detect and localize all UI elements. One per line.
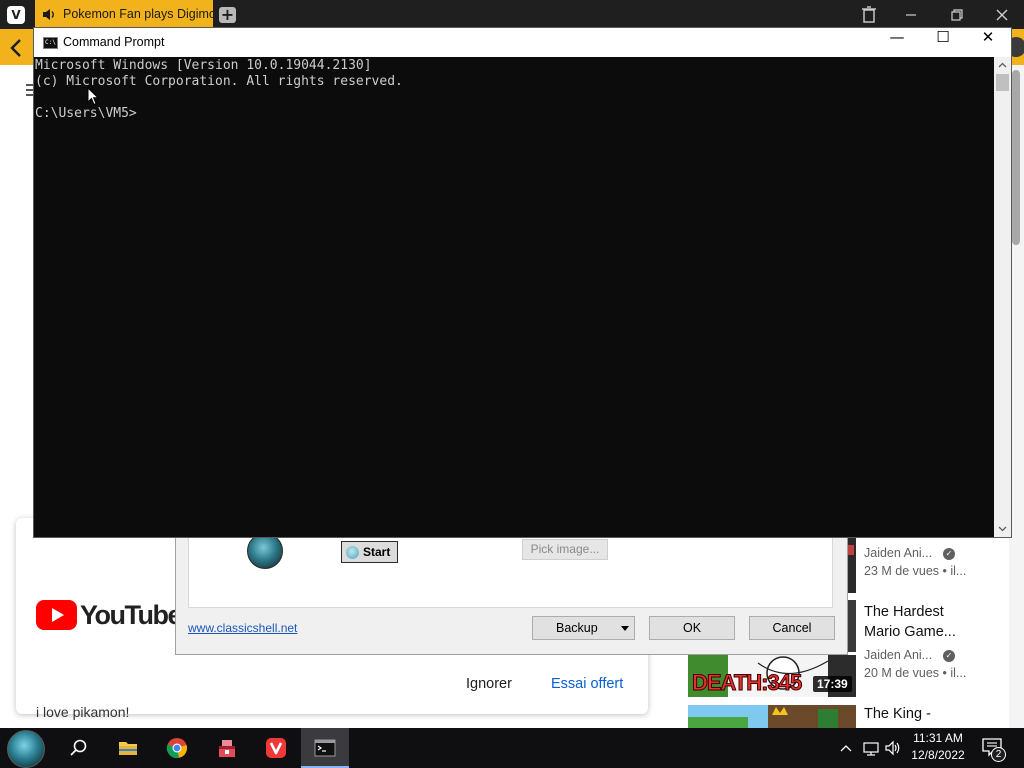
verified-badge-icon: ✓ <box>943 650 955 662</box>
browser-tab-active[interactable]: Pokemon Fan plays Digimo <box>35 0 213 29</box>
scroll-down-arrow-icon[interactable] <box>994 520 1011 537</box>
notification-count-badge: 2 <box>991 747 1006 762</box>
desktop-screen: V Pokemon Fan plays Digimo + Jaiden Ani.… <box>0 0 1024 768</box>
video-title-line[interactable]: Mario Game... <box>864 622 956 642</box>
cmd-scrollbar[interactable] <box>994 57 1011 537</box>
console-line: (c) Microsoft Corporation. All rights re… <box>35 74 403 89</box>
console-app-icon[interactable]: C:\ <box>43 37 58 49</box>
page-scrollbar-thumb[interactable] <box>1012 70 1020 245</box>
start-button-settings-panel <box>188 530 833 608</box>
dismiss-button[interactable]: Ignorer <box>466 676 512 692</box>
classicshell-website-link[interactable]: www.classicshell.net <box>188 621 297 635</box>
cmd-scrollbar-thumb[interactable] <box>996 74 1009 91</box>
taskbar-search-button[interactable] <box>54 728 102 768</box>
cancel-button[interactable]: Cancel <box>749 616 835 640</box>
browser-minimize-icon[interactable] <box>900 5 922 25</box>
search-icon <box>70 739 87 756</box>
backup-dropdown-button[interactable]: Backup <box>532 616 635 640</box>
video-title-line[interactable]: The Hardest <box>864 602 944 622</box>
cmd-maximize-button[interactable]: ☐ <box>920 28 966 57</box>
scroll-up-arrow-icon[interactable] <box>994 57 1011 74</box>
clock-date: 12/8/2022 <box>911 748 965 762</box>
comment-text: i love pikamon! <box>36 704 130 720</box>
terminal-icon <box>314 739 336 757</box>
verified-badge-icon: ✓ <box>943 548 955 560</box>
folder-icon <box>119 742 137 755</box>
browser-tab-title: Pokemon Fan plays Digimo <box>63 7 213 21</box>
chrome-icon <box>166 738 187 759</box>
video-channel-name[interactable]: Jaiden Ani... <box>864 546 932 560</box>
video-duration-badge: 17:39 <box>813 676 852 692</box>
trash-icon[interactable] <box>858 5 880 25</box>
cmd-close-button[interactable]: ✕ <box>965 28 1011 57</box>
taskbar-file-explorer[interactable] <box>104 728 152 768</box>
cmd-window-title: Command Prompt <box>63 35 165 49</box>
browser-close-icon[interactable] <box>991 5 1013 25</box>
back-arrow-icon[interactable] <box>6 37 28 59</box>
new-tab-button[interactable]: + <box>219 7 236 23</box>
play-triangle-icon <box>52 608 64 622</box>
vivaldi-menu-icon[interactable]: V <box>7 6 25 24</box>
start-menu-button[interactable] <box>7 730 45 768</box>
backup-label: Backup <box>556 621 598 635</box>
free-trial-button[interactable]: Essai offert <box>551 676 623 692</box>
show-hidden-icons-chevron[interactable] <box>838 738 854 758</box>
box-app-icon <box>219 740 235 757</box>
video-metadata: 23 M de vues • il... <box>864 564 967 578</box>
taskbar-clock[interactable]: 11:31 AM 12/8/2022 <box>900 730 976 764</box>
start-button-label: Start <box>363 545 391 559</box>
ok-button[interactable]: OK <box>649 616 735 640</box>
cmd-minimize-button[interactable]: — <box>874 28 920 57</box>
taskbar-command-prompt[interactable] <box>301 728 349 768</box>
command-prompt-line[interactable]: C:\Users\VM5> <box>35 106 994 122</box>
clock-time: 11:31 AM <box>913 731 963 745</box>
cmd-console-output[interactable]: Microsoft Windows [Version 10.0.19044.21… <box>34 57 994 537</box>
shell-icon <box>346 546 359 559</box>
command-prompt-window: C:\ Command Prompt — ☐ ✕ Microsoft Windo… <box>33 27 1012 538</box>
network-icon[interactable] <box>862 738 880 758</box>
video-metadata: 20 M de vues • il... <box>864 666 967 680</box>
browser-restore-icon[interactable] <box>946 5 968 25</box>
audio-playing-icon[interactable] <box>43 8 57 21</box>
cmd-title-bar[interactable]: C:\ Command Prompt — ☐ ✕ <box>34 28 1011 57</box>
video-thumbnail[interactable] <box>688 705 856 728</box>
classic-shell-orb-icon[interactable] <box>247 533 283 569</box>
taskbar-vivaldi[interactable] <box>252 728 300 768</box>
mouse-cursor-icon <box>87 87 100 106</box>
video-channel-name[interactable]: Jaiden Ani... <box>864 648 932 662</box>
thumbnail-overlay-text: DEATH:345 <box>691 670 802 696</box>
taskbar-app[interactable] <box>203 728 251 768</box>
pick-image-button[interactable]: Pick image... <box>522 539 608 560</box>
video-title-line[interactable]: The King - <box>864 704 931 724</box>
console-line: Microsoft Windows [Version 10.0.19044.21… <box>35 58 372 73</box>
start-button-style-option[interactable]: Start <box>341 541 398 563</box>
dropdown-caret-icon <box>621 626 629 631</box>
vivaldi-icon <box>266 738 286 758</box>
taskbar-chrome[interactable] <box>153 728 201 768</box>
